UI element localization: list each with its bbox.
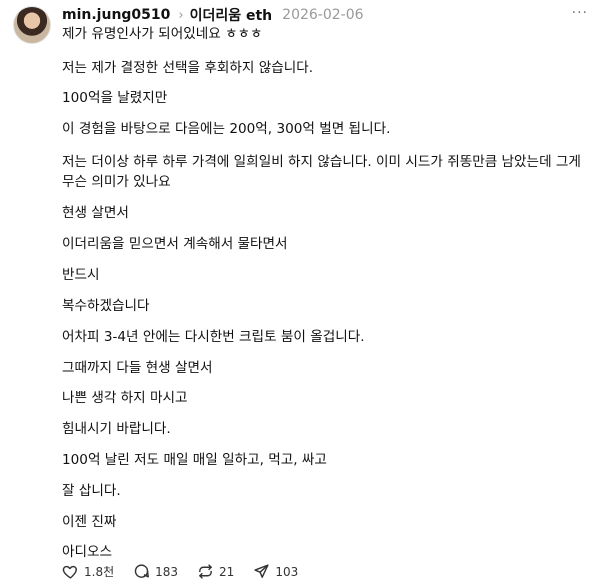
more-icon[interactable]: ···: [572, 5, 588, 21]
post-line: 반드시: [62, 267, 100, 283]
repost-button[interactable]: 21: [197, 563, 234, 580]
post-actions: 1.8천 183 21 103: [62, 563, 317, 580]
post-header: min.jung0510 › 이더리움 eth 2026-02-06: [62, 5, 590, 25]
post-line: 그때까지 다들 현생 살면서: [62, 360, 213, 376]
share-button[interactable]: 103: [253, 563, 298, 580]
post-line: 잘 삽니다.: [62, 483, 121, 499]
post-line: 이더리움을 믿으면서 계속해서 물타면서: [62, 236, 288, 252]
post-line: 저는 제가 결정한 선택을 후회하지 않습니다.: [62, 60, 314, 76]
post-line: 제가 유명인사가 되어있네요 ㅎㅎㅎ: [62, 26, 263, 42]
chevron-right-icon: ›: [178, 7, 184, 23]
thread-post: min.jung0510 › 이더리움 eth 2026-02-06 ··· 제…: [0, 0, 600, 584]
repost-count: 21: [219, 564, 235, 579]
post-line: 100억을 날렸지만: [62, 90, 168, 106]
share-icon: [254, 564, 269, 578]
repost-icon: [199, 564, 212, 579]
username[interactable]: min.jung0510: [62, 7, 170, 23]
post-line: 어차피 3-4년 안에는 다시한번 크립토 붐이 올겁니다.: [62, 329, 365, 345]
heart-icon: [62, 565, 77, 579]
post-line: 아디오스: [62, 544, 113, 560]
avatar[interactable]: [13, 6, 51, 44]
post-line: 복수하겠습니다: [62, 298, 150, 314]
post-date: 2026-02-06: [282, 7, 364, 23]
like-count: 1.8천: [84, 565, 115, 579]
comment-icon: [134, 564, 150, 578]
comment-button[interactable]: 183: [133, 563, 178, 580]
post-line: 100억 날린 저도 매일 매일 일하고, 먹고, 싸고: [62, 452, 327, 468]
post-line: 저는 더이상 하루 하루 가격에 일희일비 하지 않습니다. 이미 시드가 쥐똥…: [62, 154, 581, 190]
comment-count: 183: [155, 564, 179, 579]
post-line: 현생 살면서: [62, 205, 129, 221]
share-count: 103: [275, 564, 299, 579]
post-line: 이젠 진짜: [62, 514, 117, 530]
post-line: 나쁜 생각 하지 마시고: [62, 390, 188, 406]
post-line: 힘내시기 바랍니다.: [62, 421, 171, 437]
post-line: 이 경험을 바탕으로 다음에는 200억, 300억 벌면 됩니다.: [62, 121, 391, 137]
community-name[interactable]: 이더리움 eth: [190, 5, 273, 25]
like-button[interactable]: 1.8천: [62, 563, 114, 580]
